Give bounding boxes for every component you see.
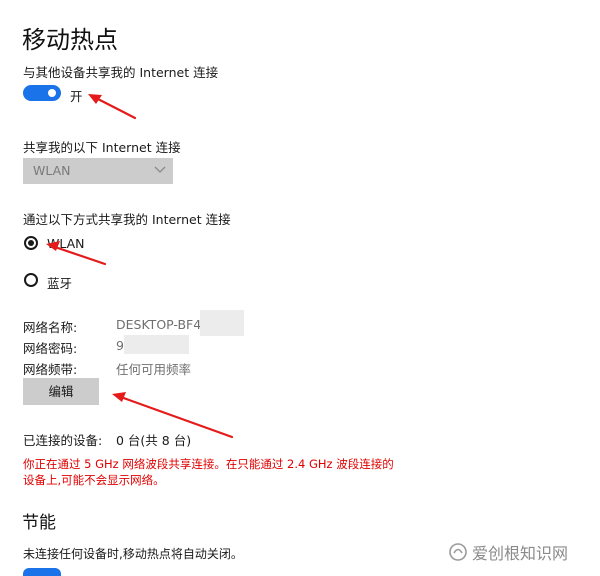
- share-from-value: WLAN: [33, 163, 71, 178]
- share-connection-label: 与其他设备共享我的 Internet 连接: [23, 65, 219, 80]
- network-band-value: 任何可用频率: [116, 362, 192, 377]
- power-saving-title: 节能: [22, 513, 56, 533]
- network-password-value: 9: [116, 338, 124, 353]
- share-over-label: 通过以下方式共享我的 Internet 连接: [23, 212, 231, 227]
- radio-wlan[interactable]: [24, 236, 38, 250]
- toggle-state-label: 开: [70, 89, 83, 104]
- redacted-block: [200, 310, 244, 336]
- radio-wlan-label: WLAN: [47, 236, 85, 251]
- annotation-arrowhead: [88, 94, 102, 104]
- band-warning-line1: 你正在通过 5 GHz 网络波段共享连接。在只能通过 2.4 GHz 波段连接的: [23, 457, 394, 471]
- watermark-logo-icon: [449, 543, 467, 561]
- watermark: 爱创根知识网: [448, 540, 568, 564]
- radio-bluetooth[interactable]: [24, 273, 38, 287]
- connected-devices-label: 已连接的设备:: [23, 433, 103, 448]
- radio-dot: [28, 240, 34, 246]
- annotation-arrowhead: [112, 392, 126, 402]
- share-from-label: 共享我的以下 Internet 连接: [23, 140, 181, 155]
- power-saving-toggle[interactable]: [23, 568, 61, 576]
- annotation-arrow: [92, 95, 137, 120]
- page-title: 移动热点: [22, 26, 118, 54]
- band-warning-line2: 设备上,可能不会显示网络。: [23, 473, 165, 487]
- connected-devices-value: 0 台(共 8 台): [116, 433, 192, 448]
- network-band-label: 网络频带:: [23, 362, 78, 377]
- toggle-knob: [48, 89, 56, 97]
- network-password-label: 网络密码:: [23, 341, 78, 356]
- network-name-label: 网络名称:: [23, 320, 78, 335]
- hotspot-toggle[interactable]: [23, 85, 61, 101]
- redacted-block: [124, 335, 189, 354]
- power-saving-description: 未连接任何设备时,移动热点将自动关闭。: [23, 547, 243, 561]
- share-from-dropdown[interactable]: WLAN: [23, 158, 173, 184]
- chevron-down-icon: [154, 166, 166, 173]
- edit-button[interactable]: 编辑: [23, 378, 99, 405]
- watermark-text: 爱创根知识网: [472, 544, 569, 563]
- radio-bluetooth-label: 蓝牙: [47, 276, 73, 291]
